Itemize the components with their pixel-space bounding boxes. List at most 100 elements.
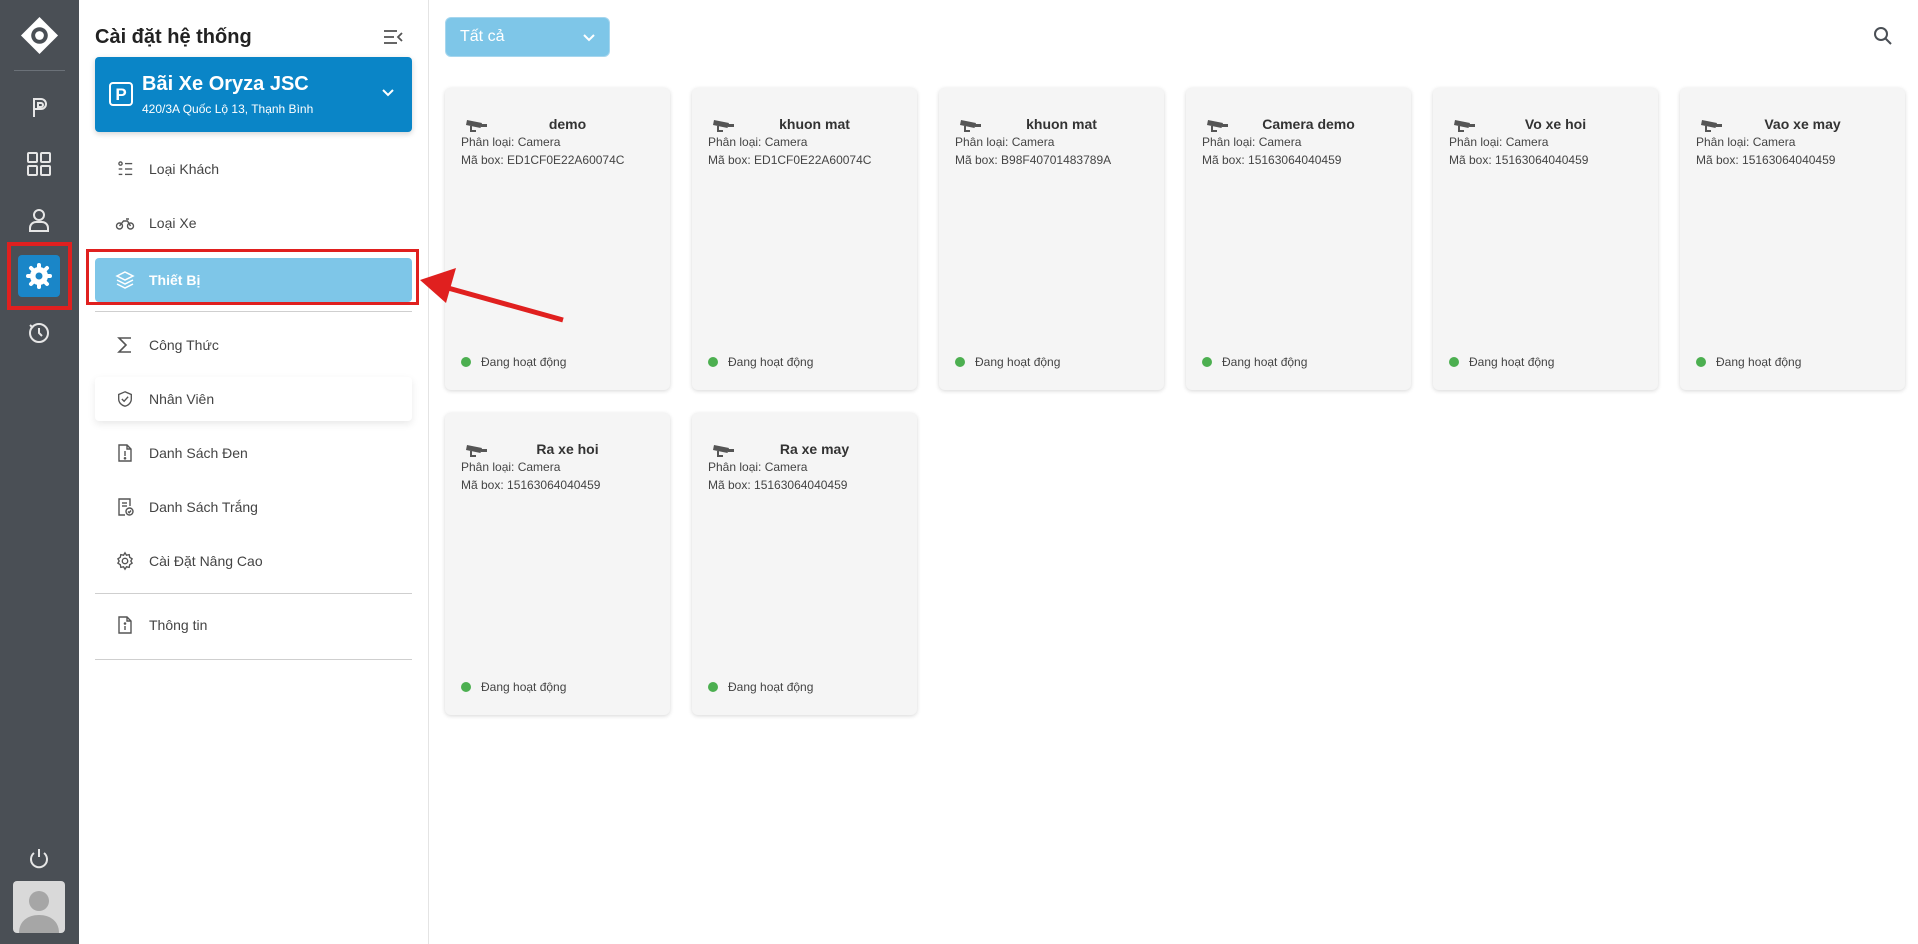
device-status: Đang hoạt động bbox=[461, 680, 566, 694]
menu-item-info[interactable]: Thông tin bbox=[95, 603, 412, 647]
menu-item-customer-type[interactable]: Loại Khách bbox=[95, 147, 412, 191]
menu-item-advanced-settings[interactable]: Cài Đặt Nâng Cao bbox=[95, 539, 412, 583]
device-card[interactable]: Ra xe hoi Phân loại: Camera Mã box: 1516… bbox=[445, 413, 670, 715]
menu-item-whitelist[interactable]: Danh Sách Trắng bbox=[95, 485, 412, 529]
settings-highlight-box bbox=[7, 242, 72, 310]
device-name: demo bbox=[548, 116, 587, 132]
device-type: Phân loại: Camera bbox=[1449, 135, 1549, 149]
device-name: Ra xe hoi bbox=[536, 441, 599, 457]
rail-user-button[interactable] bbox=[18, 199, 60, 241]
menu-item-staff[interactable]: Nhân Viên bbox=[95, 377, 412, 421]
chevron-down-icon bbox=[583, 34, 595, 42]
menu-item-label: Danh Sách Đen bbox=[149, 445, 248, 461]
menu-item-label: Loại Xe bbox=[149, 215, 197, 231]
active-item-highlight-box bbox=[86, 249, 419, 305]
device-type: Phân loại: Camera bbox=[708, 135, 808, 149]
user-icon bbox=[29, 209, 49, 232]
device-status: Đang hoạt động bbox=[461, 355, 566, 369]
site-name: Bãi Xe Oryza JSC bbox=[142, 73, 309, 95]
menu-divider bbox=[95, 659, 412, 660]
filter-selected-value: Tất cả bbox=[460, 28, 505, 45]
gear-icon bbox=[115, 551, 135, 571]
dashboard-grid-icon bbox=[27, 152, 51, 176]
device-card[interactable]: Vao xe may Phân loại: Camera Mã box: 151… bbox=[1680, 88, 1905, 390]
sigma-icon bbox=[115, 335, 135, 355]
device-status: Đang hoạt động bbox=[1202, 355, 1307, 369]
device-name: khuon mat bbox=[1026, 116, 1097, 132]
device-status-text: Đang hoạt động bbox=[975, 355, 1061, 369]
device-status-text: Đang hoạt động bbox=[1716, 355, 1802, 369]
collapse-menu-icon[interactable] bbox=[382, 27, 404, 47]
status-dot-icon bbox=[1696, 357, 1706, 367]
device-name: Ra xe may bbox=[779, 441, 850, 457]
device-box-id: Mã box: 15163064040459 bbox=[461, 478, 601, 492]
menu-item-label: Nhân Viên bbox=[149, 391, 215, 407]
customer-type-icon bbox=[115, 159, 135, 179]
site-selector[interactable]: P Bãi Xe Oryza JSC 420/3A Quốc Lộ 13, Th… bbox=[95, 57, 412, 132]
rail-history-button[interactable] bbox=[18, 311, 60, 353]
avatar[interactable] bbox=[13, 881, 65, 933]
menu-divider bbox=[95, 311, 412, 312]
parking-badge-icon: P bbox=[109, 82, 133, 106]
menu-item-label: Cài Đặt Nâng Cao bbox=[149, 553, 263, 569]
rail-logout-button[interactable] bbox=[18, 838, 60, 880]
device-card[interactable]: khuon mat Phân loại: Camera Mã box: ED1C… bbox=[692, 88, 917, 390]
device-box-id: Mã box: ED1CF0E22A60074C bbox=[708, 153, 872, 167]
device-name: Vo xe hoi bbox=[1524, 116, 1587, 132]
device-card[interactable]: demo Phân loại: Camera Mã box: ED1CF0E22… bbox=[445, 88, 670, 390]
menu-item-label: Danh Sách Trắng bbox=[149, 499, 258, 515]
device-card[interactable]: Vo xe hoi Phân loại: Camera Mã box: 1516… bbox=[1433, 88, 1658, 390]
device-type: Phân loại: Camera bbox=[461, 460, 561, 474]
device-box-id: Mã box: 15163064040459 bbox=[1696, 153, 1836, 167]
device-status: Đang hoạt động bbox=[1696, 355, 1801, 369]
motorbike-icon bbox=[115, 213, 135, 233]
menu-item-blacklist[interactable]: Danh Sách Đen bbox=[95, 431, 412, 475]
device-status-text: Đang hoạt động bbox=[1222, 355, 1308, 369]
device-status: Đang hoạt động bbox=[708, 355, 813, 369]
device-type: Phân loại: Camera bbox=[1202, 135, 1302, 149]
settings-panel: Cài đặt hệ thống P Bãi Xe Oryza JSC 420/… bbox=[79, 0, 429, 944]
device-type: Phân loại: Camera bbox=[708, 460, 808, 474]
device-status-text: Đang hoạt động bbox=[728, 355, 814, 369]
category-filter-select[interactable]: Tất cả bbox=[445, 17, 610, 57]
status-dot-icon bbox=[708, 682, 718, 692]
device-list-area: Tất cả demo Phân loại: Camera Mã box: ED… bbox=[429, 0, 1918, 944]
menu-item-label: Công Thức bbox=[149, 337, 219, 353]
rail-parking-button[interactable] bbox=[18, 87, 60, 129]
app-logo-icon[interactable] bbox=[20, 16, 59, 55]
device-card[interactable]: Camera demo Phân loại: Camera Mã box: 15… bbox=[1186, 88, 1411, 390]
menu-item-formula[interactable]: Công Thức bbox=[95, 323, 412, 367]
document-check-icon bbox=[115, 497, 135, 517]
nav-rail bbox=[0, 0, 79, 944]
power-icon bbox=[30, 849, 48, 869]
device-box-id: Mã box: 15163064040459 bbox=[708, 478, 848, 492]
device-card[interactable]: Ra xe may Phân loại: Camera Mã box: 1516… bbox=[692, 413, 917, 715]
site-address: 420/3A Quốc Lộ 13, Thạnh Bình bbox=[142, 102, 314, 116]
history-icon bbox=[29, 323, 49, 343]
user-avatar-icon bbox=[19, 891, 59, 933]
device-status: Đang hoạt động bbox=[708, 680, 813, 694]
search-icon[interactable] bbox=[1872, 25, 1894, 47]
device-card[interactable]: khuon mat Phân loại: Camera Mã box: B98F… bbox=[939, 88, 1164, 390]
status-dot-icon bbox=[708, 357, 718, 367]
device-name: Camera demo bbox=[1262, 116, 1355, 132]
device-name: Vao xe may bbox=[1764, 116, 1841, 132]
device-status-text: Đang hoạt động bbox=[1469, 355, 1555, 369]
device-status: Đang hoạt động bbox=[1449, 355, 1554, 369]
device-type: Phân loại: Camera bbox=[1696, 135, 1796, 149]
menu-divider bbox=[95, 593, 412, 594]
rail-divider bbox=[14, 70, 65, 71]
menu-item-vehicle-type[interactable]: Loại Xe bbox=[95, 201, 412, 245]
status-dot-icon bbox=[1449, 357, 1459, 367]
status-dot-icon bbox=[461, 682, 471, 692]
device-box-id: Mã box: ED1CF0E22A60074C bbox=[461, 153, 625, 167]
document-alert-icon bbox=[115, 443, 135, 463]
device-name: khuon mat bbox=[779, 116, 850, 132]
device-box-id: Mã box: 15163064040459 bbox=[1449, 153, 1589, 167]
device-type: Phân loại: Camera bbox=[461, 135, 561, 149]
device-status: Đang hoạt động bbox=[955, 355, 1060, 369]
device-type: Phân loại: Camera bbox=[955, 135, 1055, 149]
menu-item-label: Thông tin bbox=[149, 617, 208, 633]
rail-dashboard-button[interactable] bbox=[18, 143, 60, 185]
device-status-text: Đang hoạt động bbox=[481, 355, 567, 369]
